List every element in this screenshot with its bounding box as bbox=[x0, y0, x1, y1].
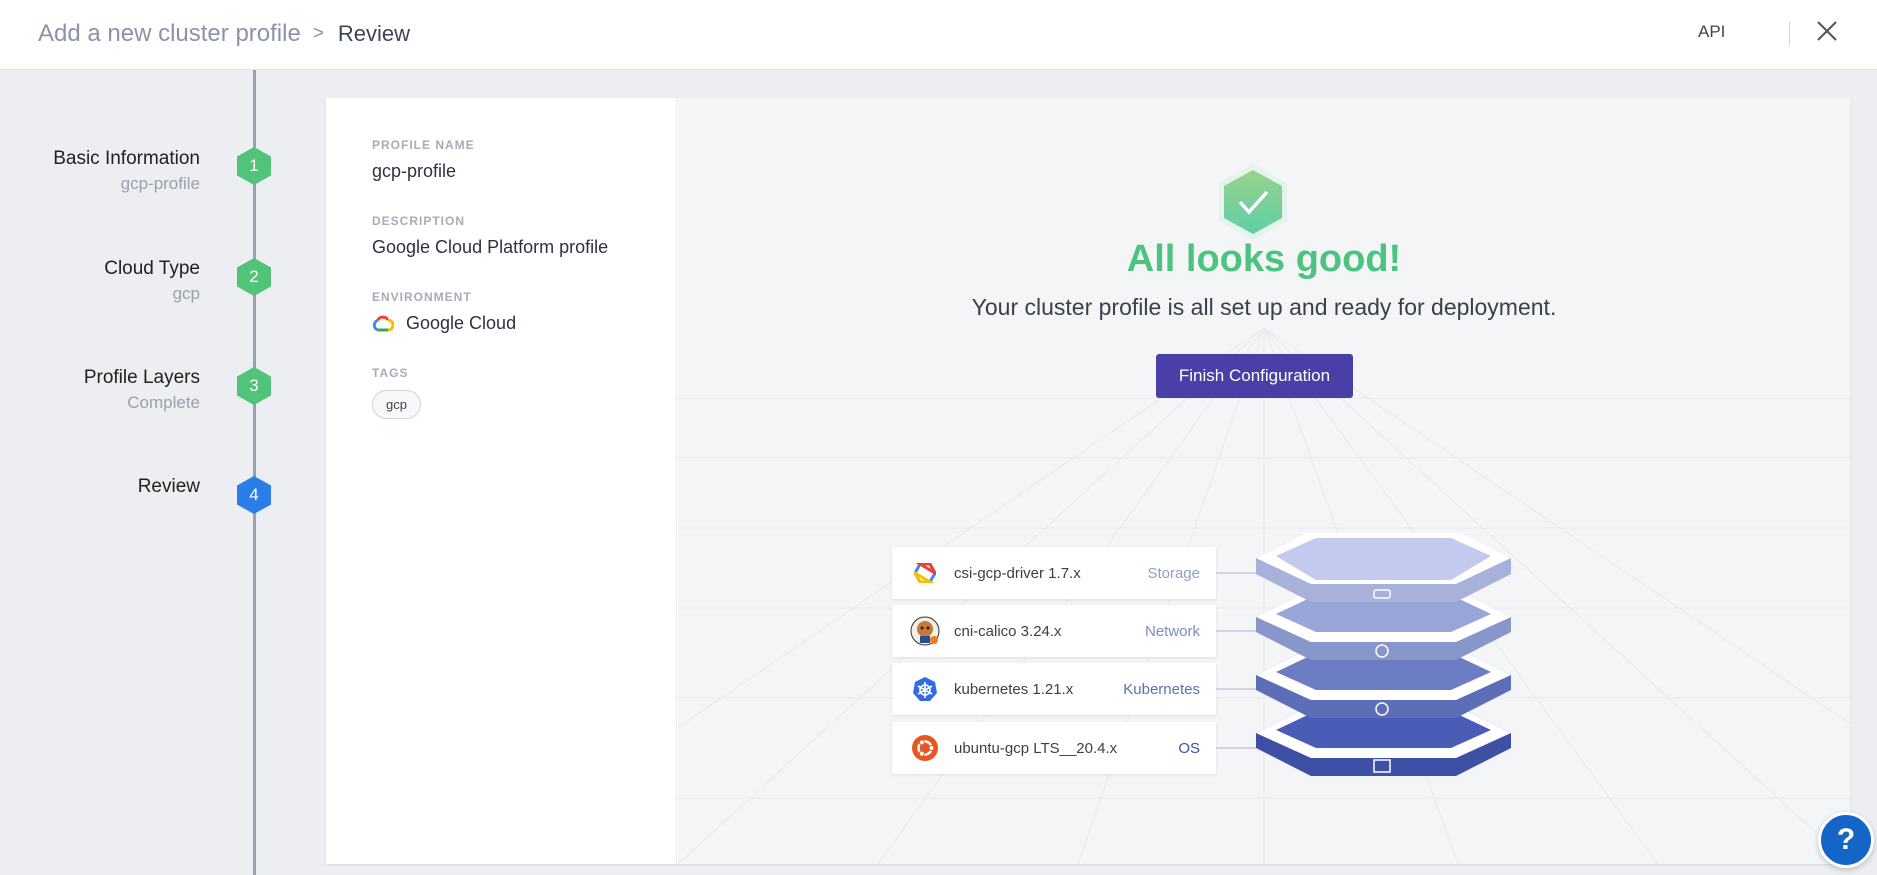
layer-name: ubuntu-gcp LTS__20.4.x bbox=[954, 739, 1118, 757]
environment-name: Google Cloud bbox=[406, 313, 517, 333]
step-subtitle: gcp bbox=[172, 284, 200, 303]
success-check-icon bbox=[1219, 164, 1287, 240]
calico-icon bbox=[910, 616, 940, 646]
profile-name-field: PROFILE NAME gcp-profile bbox=[372, 138, 676, 182]
breadcrumb: Add a new cluster profile > Review bbox=[38, 20, 410, 48]
tags-field: TAGS gcp bbox=[372, 366, 676, 419]
environment-value: Google Cloud bbox=[372, 313, 676, 334]
layer-row-network[interactable]: cni-calico 3.24.x Network bbox=[892, 605, 1216, 657]
layer-type: OS bbox=[1178, 739, 1200, 757]
step-2-badge: 2 bbox=[237, 258, 271, 296]
finish-configuration-button[interactable]: Finish Configuration bbox=[1156, 354, 1353, 398]
step-3-badge: 3 bbox=[237, 367, 271, 405]
layer-name: csi-gcp-driver 1.7.x bbox=[954, 564, 1081, 582]
step-subtitle: gcp-profile bbox=[120, 174, 200, 193]
header-divider bbox=[1789, 22, 1790, 46]
breadcrumb-root[interactable]: Add a new cluster profile bbox=[38, 20, 301, 48]
layer-row-kubernetes[interactable]: kubernetes 1.21.x Kubernetes bbox=[892, 663, 1216, 715]
review-summary-panel: All looks good! Your cluster profile is … bbox=[678, 98, 1850, 864]
layer-row-storage[interactable]: csi-gcp-driver 1.7.x Storage bbox=[892, 547, 1216, 599]
breadcrumb-current: Review bbox=[337, 21, 411, 46]
gcp-driver-icon bbox=[910, 558, 940, 588]
layer-type: Network bbox=[1144, 622, 1200, 640]
environment-label: ENVIRONMENT bbox=[372, 290, 472, 304]
step-review[interactable]: Review bbox=[138, 476, 200, 498]
step-subtitle: Complete bbox=[127, 393, 200, 412]
layer-type: Kubernetes bbox=[1123, 680, 1200, 698]
profile-stack-illustration bbox=[1216, 533, 1511, 776]
layer-row-os[interactable]: ubuntu-gcp LTS__20.4.x OS bbox=[892, 722, 1216, 774]
step-basic-information[interactable]: Basic Information gcp-profile bbox=[53, 148, 200, 194]
close-icon[interactable] bbox=[1816, 20, 1838, 42]
step-title: Profile Layers bbox=[83, 367, 200, 388]
step-title: Cloud Type bbox=[104, 258, 200, 279]
stepper-line bbox=[253, 70, 256, 875]
profile-name-value: gcp-profile bbox=[372, 161, 457, 181]
layer-name: kubernetes 1.21.x bbox=[954, 680, 1074, 698]
ubuntu-icon bbox=[910, 733, 940, 763]
step-cloud-type[interactable]: Cloud Type gcp bbox=[104, 258, 200, 304]
step-profile-layers[interactable]: Profile Layers Complete bbox=[84, 367, 200, 413]
success-title: All looks good! bbox=[1126, 238, 1402, 280]
environment-field: ENVIRONMENT Google Cloud bbox=[372, 290, 676, 334]
description-value: Google Cloud Platform profile bbox=[372, 237, 609, 257]
layer-name: cni-calico 3.24.x bbox=[954, 622, 1062, 640]
api-button[interactable]: API bbox=[1698, 22, 1725, 42]
layer-type: Storage bbox=[1147, 564, 1200, 582]
review-card: PROFILE NAME gcp-profile DESCRIPTION Goo… bbox=[326, 98, 1850, 864]
step-title: Review bbox=[137, 476, 200, 497]
success-subtitle: Your cluster profile is all set up and r… bbox=[971, 294, 1557, 320]
google-cloud-icon bbox=[372, 315, 394, 331]
step-4-badge: 4 bbox=[237, 476, 271, 514]
tag-chip: gcp bbox=[372, 390, 421, 419]
description-field: DESCRIPTION Google Cloud Platform profil… bbox=[372, 214, 676, 258]
step-title: Basic Information bbox=[53, 148, 200, 169]
step-1-badge: 1 bbox=[237, 147, 271, 185]
profile-details-panel: PROFILE NAME gcp-profile DESCRIPTION Goo… bbox=[326, 98, 677, 864]
top-header: Add a new cluster profile > Review API bbox=[0, 0, 1877, 70]
breadcrumb-separator: > bbox=[312, 23, 324, 44]
tags-label: TAGS bbox=[372, 366, 409, 380]
profile-name-label: PROFILE NAME bbox=[372, 138, 475, 152]
help-button[interactable]: ? bbox=[1818, 812, 1874, 868]
description-label: DESCRIPTION bbox=[372, 214, 466, 228]
kubernetes-icon bbox=[910, 674, 940, 704]
